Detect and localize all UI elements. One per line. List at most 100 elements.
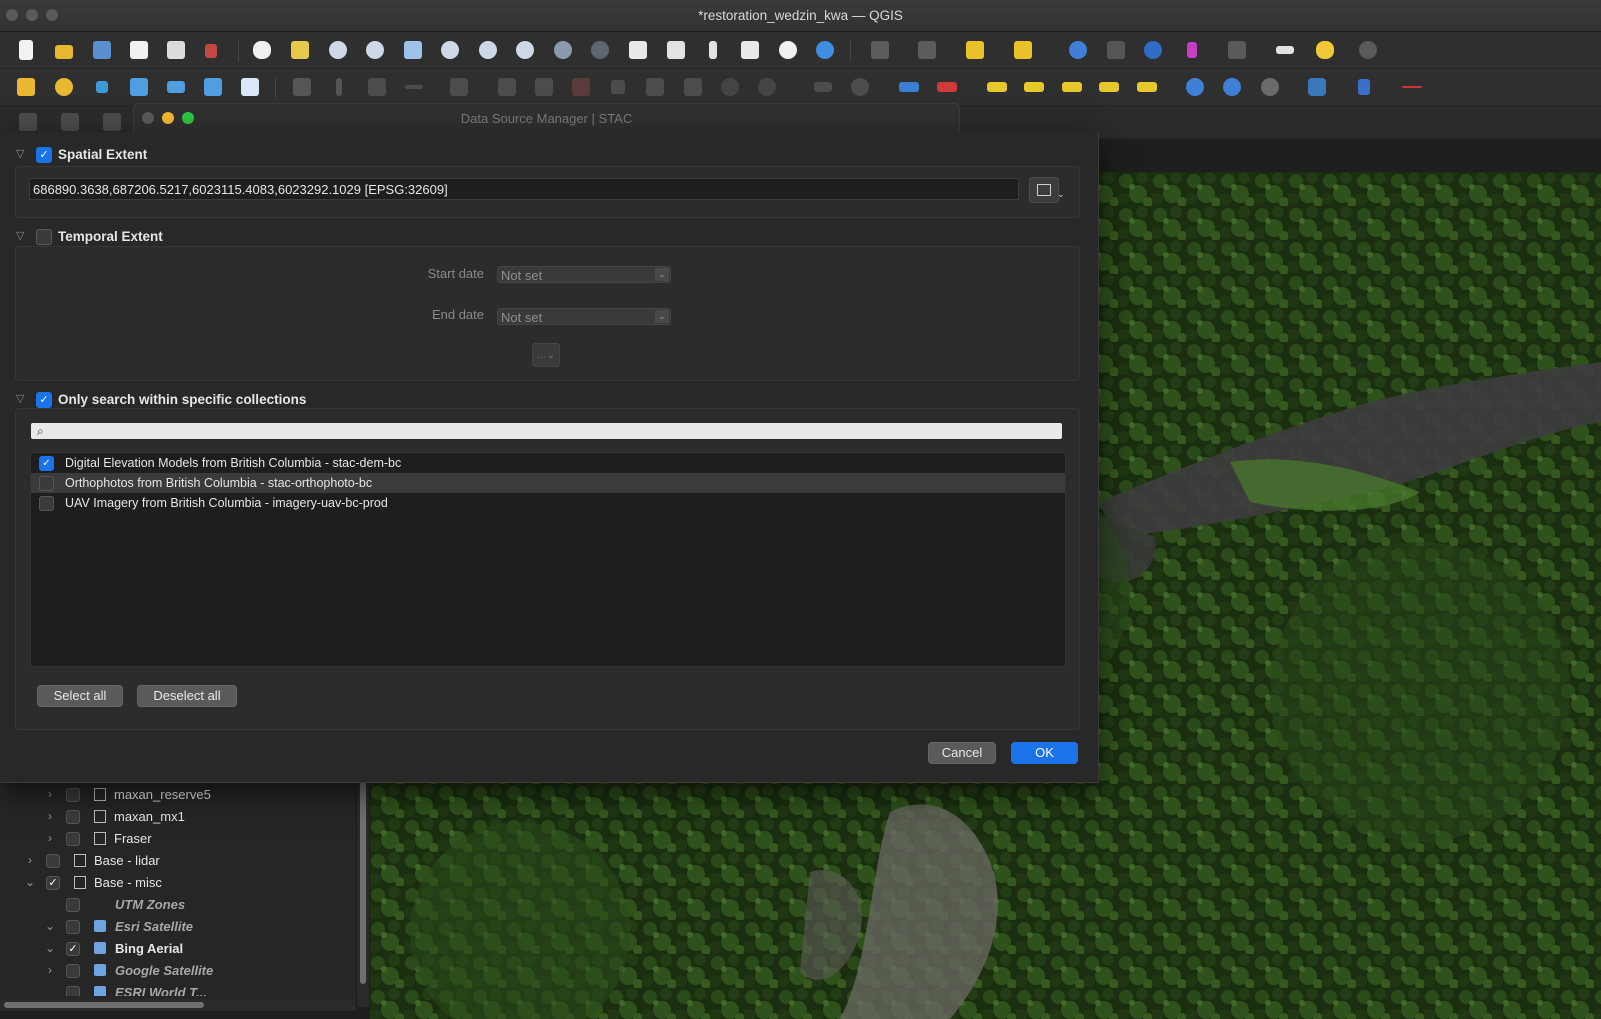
crosshair-icon[interactable] [1400,75,1424,99]
chevron-right-icon[interactable]: › [24,853,36,867]
list-item[interactable]: Orthophotos from British Columbia - stac… [31,473,1065,493]
attribute-table-icon[interactable] [1225,38,1249,62]
label-tool-icon[interactable] [811,75,835,99]
zoom-to-selection-icon[interactable] [438,38,462,62]
layers-vertical-scrollbar[interactable] [357,770,369,1007]
style-manager-icon[interactable] [201,38,225,62]
new-geopackage-icon[interactable] [52,75,76,99]
zoom-in-icon[interactable] [326,38,350,62]
map-tips-icon[interactable] [1313,38,1337,62]
scrollbar-thumb[interactable] [360,774,366,984]
collections-checkbox[interactable]: ✓ [36,392,52,408]
chevron-down-icon[interactable]: ⌄ [44,941,56,955]
paste-features-icon[interactable] [681,75,705,99]
collection-checkbox[interactable] [39,476,54,491]
new-map-view-icon[interactable] [626,38,650,62]
extent-menu-button[interactable]: ⌄ [1029,177,1065,203]
layer-row[interactable]: › Google Satellite [0,960,356,982]
cancel-button[interactable]: Cancel [928,742,996,764]
select-features-icon[interactable] [868,38,892,62]
new-spatialite-icon[interactable] [127,75,151,99]
deselect-all-button[interactable]: Deselect all [137,685,237,707]
grid-icon[interactable] [1104,38,1128,62]
zoom-out-icon[interactable] [363,38,387,62]
layer-checkbox[interactable] [66,788,80,802]
layer-checkbox[interactable] [66,920,80,934]
chevron-right-icon[interactable]: › [44,963,56,977]
python-console-icon[interactable] [1305,75,1329,99]
open-project-icon[interactable] [52,38,76,62]
chevron-down-icon[interactable]: ⌄ [24,875,36,889]
collapse-triangle-icon[interactable]: ▽ [16,229,24,242]
cut-features-icon[interactable] [606,75,630,99]
show-hide-labels-icon[interactable] [1060,75,1084,99]
layer-row[interactable]: ESRI World T... [0,982,356,996]
undo-icon[interactable] [718,75,742,99]
date-options-button[interactable]: …⌄ [532,343,560,367]
new-project-icon[interactable] [14,38,38,62]
layer-row[interactable]: UTM Zones [0,894,356,916]
pan-map-icon[interactable] [250,38,274,62]
layer-checkbox[interactable] [66,898,80,912]
temporal-extent-header[interactable]: ▽ Temporal Extent [14,226,414,248]
layer-checkbox[interactable]: ✓ [46,876,60,890]
list-item[interactable]: UAV Imagery from British Columbia - imag… [31,493,1065,513]
toggle-editing-icon[interactable] [327,75,351,99]
add-vector-icon[interactable] [238,75,262,99]
diagram-tool-icon[interactable] [848,75,872,99]
data-source-manager-icon[interactable] [14,75,38,99]
select-by-value-icon[interactable] [915,38,939,62]
edit-pencil-icon[interactable] [290,75,314,99]
zoom-full-icon[interactable] [401,38,425,62]
layer-row[interactable]: ⌄ ✓ Bing Aerial [0,938,356,960]
save-edits-icon[interactable] [365,75,389,99]
layer-checkbox[interactable] [66,810,80,824]
layer-row[interactable]: › maxan_reserve5 [0,784,356,806]
processing-toolbox-icon[interactable] [1141,38,1165,62]
measure-icon[interactable] [1273,38,1297,62]
collection-checkbox[interactable] [39,496,54,511]
select-location-icon[interactable] [1011,38,1035,62]
chevron-down-icon[interactable]: ⌄ [44,919,56,933]
layers-horizontal-scrollbar[interactable] [0,999,356,1011]
copy-features-icon[interactable] [643,75,667,99]
new-bookmark-icon[interactable] [701,38,725,62]
zoom-native-icon[interactable] [513,38,537,62]
digitize-icon[interactable] [402,75,426,99]
end-date-select[interactable]: Not set ⌄ [497,308,671,325]
collection-checkbox[interactable]: ✓ [39,456,54,471]
move-label-icon[interactable] [1097,75,1121,99]
new-3d-map-icon[interactable] [664,38,688,62]
layer-checkbox[interactable] [46,854,60,868]
add-raster-icon[interactable] [201,75,225,99]
settings-icon[interactable] [1356,38,1380,62]
statistics-icon[interactable] [1180,38,1204,62]
chevron-right-icon[interactable]: › [44,809,56,823]
layer-row[interactable]: › Base - lidar [0,850,356,872]
spatial-extent-header[interactable]: ▽ ✓ Spatial Extent [14,144,414,166]
tracing-icon[interactable] [100,110,124,134]
chevron-right-icon[interactable]: › [44,787,56,801]
layer-row[interactable]: › Fraser [0,828,356,850]
pin-labels-icon[interactable] [1022,75,1046,99]
layer-checkbox[interactable] [66,986,80,996]
identify-features-icon[interactable] [1066,38,1090,62]
digitizing-angle-icon[interactable] [16,110,40,134]
select-all-button[interactable]: Select all [37,685,123,707]
temporal-extent-checkbox[interactable] [36,229,52,245]
layer-labeling-icon[interactable] [897,75,921,99]
layer-checkbox[interactable] [66,832,80,846]
add-feature-icon[interactable] [447,75,471,99]
zoom-next-icon[interactable] [588,38,612,62]
add-wcs-icon[interactable] [1258,75,1282,99]
layer-row[interactable]: › maxan_mx1 [0,806,356,828]
new-virtual-layer-icon[interactable] [164,75,188,99]
help-icon[interactable] [1352,75,1376,99]
temporal-controller-icon[interactable] [776,38,800,62]
zoom-to-layer-icon[interactable] [476,38,500,62]
new-shapefile-icon[interactable] [90,75,114,99]
deselect-features-icon[interactable] [963,38,987,62]
rotate-label-icon[interactable] [1135,75,1159,99]
redo-icon[interactable] [755,75,779,99]
collapse-triangle-icon[interactable]: ▽ [16,147,24,160]
